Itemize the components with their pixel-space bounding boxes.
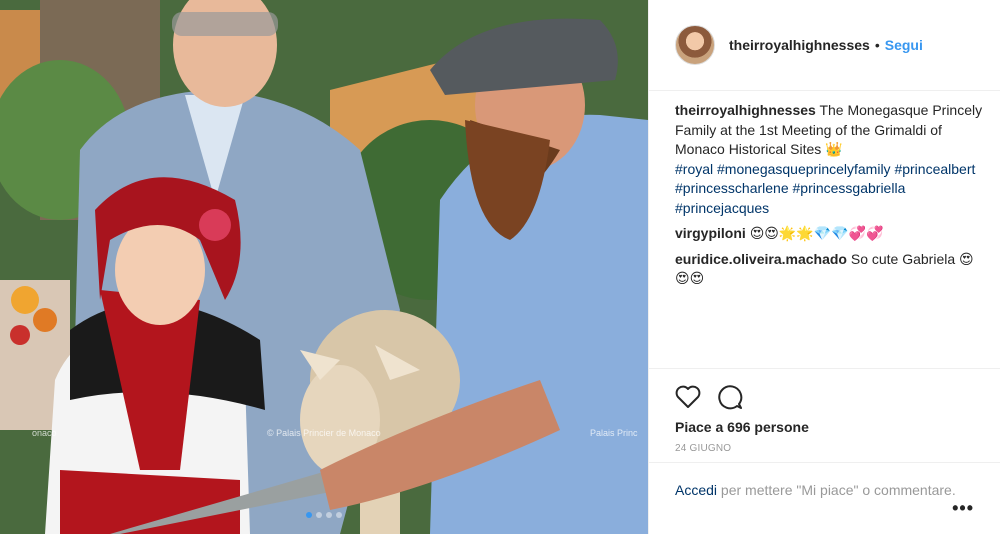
photo-watermark-right: Palais Princ [590,428,638,438]
avatar[interactable] [675,25,715,65]
header-username[interactable]: theirroyalhighnesses [729,37,870,53]
caption-username[interactable]: theirroyalhighnesses [675,102,816,118]
carousel-dot [306,512,312,518]
post-date[interactable]: 24 GIUGNO [675,443,984,454]
action-icons [675,377,984,417]
carousel-dot [316,512,322,518]
caption: theirroyalhighnesses The Monegasque Prin… [675,101,984,218]
likes-count[interactable]: Piace a 696 persone [675,419,984,435]
post-actions: Piace a 696 persone 24 GIUGNO [649,368,1000,462]
comments-list: theirroyalhighnesses The Monegasque Prin… [649,91,1000,368]
post-side-panel: theirroyalhighnesses • Segui theirroyalh… [648,0,1000,534]
caption-hashtags[interactable]: #royal #monegasqueprincelyfamily #prince… [675,160,984,219]
more-options-button[interactable]: ••• [952,499,974,518]
post-header: theirroyalhighnesses • Segui [649,0,1000,91]
follow-button[interactable]: Segui [885,37,923,53]
comment-icon[interactable] [717,384,743,410]
photo-watermark-left: onaco [32,428,57,438]
heart-icon[interactable] [675,385,701,409]
login-prompt: Accedi per mettere "Mi piace" o commenta… [649,462,1000,534]
comment-text: 😍😍🌟🌟💎💎💞💞 [749,225,884,241]
photo-illustration [0,0,648,534]
photo-watermark: © Palais Princier de Monaco [267,428,381,438]
carousel-dot [326,512,332,518]
comment-username[interactable]: virgypiloni [675,225,746,241]
post-photo[interactable]: © Palais Princier de Monaco onaco Palais… [0,0,648,534]
carousel-dot [336,512,342,518]
login-link[interactable]: Accedi [675,482,717,498]
login-text: per mettere "Mi piace" o commentare. [720,482,956,498]
separator-dot: • [874,37,880,53]
comment-username[interactable]: euridice.oliveira.machado [675,251,847,267]
instagram-post: © Palais Princier de Monaco onaco Palais… [0,0,1000,534]
list-item: euridice.oliveira.machado So cute Gabrie… [675,250,984,289]
carousel-indicator [306,512,342,518]
list-item: virgypiloni 😍😍🌟🌟💎💎💞💞 [675,224,984,244]
